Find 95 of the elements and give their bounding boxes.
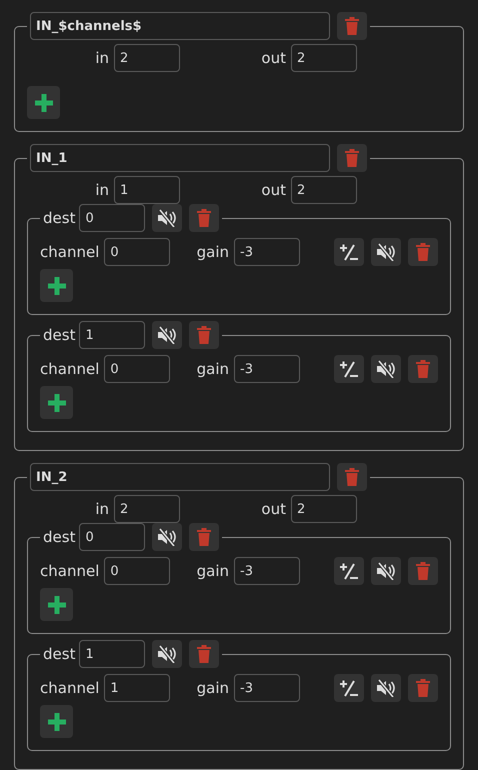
delete-button[interactable] xyxy=(189,321,220,349)
muted-speaker-icon xyxy=(157,528,178,546)
delete-button[interactable] xyxy=(337,144,367,172)
mute-button[interactable] xyxy=(152,640,182,668)
mute-button[interactable] xyxy=(371,355,401,383)
plus-icon xyxy=(48,276,66,294)
plus-minus-icon xyxy=(339,562,359,580)
trash-icon xyxy=(416,243,430,261)
trash-icon xyxy=(197,528,212,546)
trash-icon xyxy=(345,17,359,35)
channel-label: channel xyxy=(40,562,100,580)
muted-speaker-icon xyxy=(376,679,396,697)
mute-button[interactable] xyxy=(152,321,182,349)
muted-speaker-icon xyxy=(157,209,178,227)
dest-field[interactable]: 1 xyxy=(79,321,146,349)
delete-button[interactable] xyxy=(189,523,220,551)
out-label: out xyxy=(260,181,286,199)
channel-field[interactable]: 0 xyxy=(104,557,170,585)
mute-button[interactable] xyxy=(152,204,182,232)
muted-speaker-icon xyxy=(376,562,396,580)
dest-field[interactable]: 1 xyxy=(79,640,146,668)
channel-field[interactable]: 1 xyxy=(104,674,170,702)
gain-field[interactable]: -3 xyxy=(234,674,300,702)
trash-icon xyxy=(416,679,430,697)
plus-minus-icon xyxy=(339,243,359,261)
delete-button[interactable] xyxy=(408,557,438,585)
add-button[interactable] xyxy=(40,705,73,738)
gain-field[interactable]: -3 xyxy=(234,238,300,266)
in-label: in xyxy=(94,49,109,67)
trash-icon xyxy=(197,645,212,663)
invert-button[interactable] xyxy=(334,557,364,585)
mute-button[interactable] xyxy=(371,238,401,266)
gain-field[interactable]: -3 xyxy=(234,557,300,585)
add-button[interactable] xyxy=(27,86,60,119)
input-name-field[interactable]: IN_2 xyxy=(30,463,330,491)
channel-label: channel xyxy=(40,243,100,261)
invert-button[interactable] xyxy=(334,238,364,266)
delete-button[interactable] xyxy=(408,238,438,266)
delete-button[interactable] xyxy=(337,12,367,40)
delete-button[interactable] xyxy=(189,640,220,668)
trash-icon xyxy=(345,149,359,167)
gain-field[interactable]: -3 xyxy=(234,355,300,383)
muted-speaker-icon xyxy=(157,326,178,344)
gain-label: gain xyxy=(196,243,229,261)
channel-field[interactable]: 0 xyxy=(104,355,170,383)
in-field[interactable]: 2 xyxy=(114,44,180,72)
channel-label: channel xyxy=(40,679,100,697)
in-field[interactable]: 1 xyxy=(114,176,180,204)
plus-minus-icon xyxy=(339,679,359,697)
delete-button[interactable] xyxy=(408,355,438,383)
dest-field[interactable]: 0 xyxy=(79,523,146,551)
input-name-field[interactable]: IN_1 xyxy=(30,144,330,172)
in-label: in xyxy=(94,500,109,518)
out-field[interactable]: 2 xyxy=(291,44,357,72)
delete-button[interactable] xyxy=(337,463,367,491)
trash-icon xyxy=(197,209,212,227)
muted-speaker-icon xyxy=(157,645,178,663)
dest-label: dest xyxy=(43,209,76,227)
out-field[interactable]: 2 xyxy=(291,495,357,523)
muted-speaker-icon xyxy=(376,360,396,378)
trash-icon xyxy=(197,326,212,344)
dest-label: dest xyxy=(43,528,76,546)
gain-label: gain xyxy=(196,562,229,580)
trash-icon xyxy=(345,468,359,486)
mute-button[interactable] xyxy=(152,523,182,551)
plus-icon xyxy=(48,394,66,412)
dest-field[interactable]: 0 xyxy=(79,204,146,232)
in-field[interactable]: 2 xyxy=(114,495,180,523)
trash-icon xyxy=(416,562,430,580)
channel-field[interactable]: 0 xyxy=(104,238,170,266)
gain-label: gain xyxy=(196,679,229,697)
plus-icon xyxy=(48,596,66,614)
gain-label: gain xyxy=(196,360,229,378)
dest-label: dest xyxy=(43,326,76,344)
mute-button[interactable] xyxy=(371,557,401,585)
plus-icon xyxy=(48,712,66,730)
channel-label: channel xyxy=(40,360,100,378)
delete-button[interactable] xyxy=(408,674,438,702)
plus-icon xyxy=(34,94,52,112)
muted-speaker-icon xyxy=(376,243,396,261)
add-button[interactable] xyxy=(40,588,73,621)
plus-minus-icon xyxy=(339,360,359,378)
dest-label: dest xyxy=(43,645,76,663)
invert-button[interactable] xyxy=(334,355,364,383)
in-label: in xyxy=(94,181,109,199)
invert-button[interactable] xyxy=(334,674,364,702)
mute-button[interactable] xyxy=(371,674,401,702)
trash-icon xyxy=(416,360,430,378)
out-label: out xyxy=(260,49,286,67)
out-label: out xyxy=(260,500,286,518)
add-button[interactable] xyxy=(40,386,73,419)
input-name-field[interactable]: IN_$channels$ xyxy=(30,12,330,40)
delete-button[interactable] xyxy=(189,204,220,232)
out-field[interactable]: 2 xyxy=(291,176,357,204)
add-button[interactable] xyxy=(40,269,73,302)
